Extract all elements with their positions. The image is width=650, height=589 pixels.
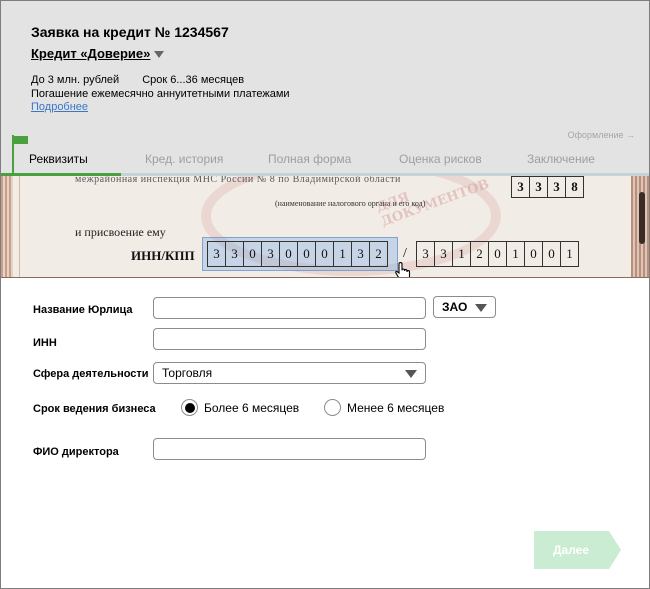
repayment-text: Погашение ежемесячно аннуитетными платеж…: [31, 88, 290, 100]
tab-risk-assessment[interactable]: Оценка рисков: [399, 152, 482, 166]
radio-more-label: Более 6 месяцев: [204, 400, 300, 415]
scan-separator: /: [403, 246, 407, 261]
hand-cursor-icon: [395, 262, 411, 277]
app-frame: Заявка на кредит № 1234567 Кредит «Довер…: [0, 0, 650, 589]
chevron-down-icon: [154, 51, 165, 58]
scan-cell: 3: [547, 176, 566, 198]
scan-cell: 3: [207, 241, 226, 267]
scan-cell: 0: [524, 241, 543, 267]
next-step-hint: Оформление →: [567, 130, 635, 140]
director-name-input[interactable]: [153, 438, 426, 460]
scan-caption: (наименование налогового органа и его ко…: [275, 199, 426, 208]
radio-selected-dot: [184, 402, 195, 413]
scan-border-left: [1, 176, 13, 277]
scan-cell: 0: [297, 241, 316, 267]
step-tabs: Реквизиты Кред. история Полная форма Оце…: [1, 149, 649, 171]
scan-cell: 3: [416, 241, 435, 267]
scan-cell: 0: [279, 241, 298, 267]
credit-term-text: Срок 6...36 месяцев: [142, 74, 245, 86]
scan-border-line: [19, 176, 20, 277]
flag-icon: [14, 136, 28, 144]
scan-cell: 2: [470, 241, 489, 267]
scan-scrollbar[interactable]: [639, 192, 645, 244]
company-name-label: Название Юрлица: [33, 304, 133, 316]
scan-cell: 1: [506, 241, 525, 267]
business-term-label: Срок ведения бизнеса: [33, 403, 156, 415]
scan-cell: 0: [542, 241, 561, 267]
company-name-input[interactable]: [153, 297, 426, 319]
scan-code-cells: 3 3 3 8: [511, 176, 584, 198]
legal-form-value: ЗАО: [442, 300, 468, 314]
scan-cell: 3: [225, 241, 244, 267]
radio-button[interactable]: [181, 399, 198, 416]
inn-input[interactable]: [153, 328, 426, 350]
credit-limits: До 3 млн. рублей Срок 6...36 месяцев: [31, 74, 244, 86]
scan-cell: 3: [351, 241, 370, 267]
activity-value: Торговля: [162, 366, 213, 380]
next-button-label: Далее: [552, 543, 590, 557]
scan-tax-authority-text: межрайонная инспекция МНС России № 8 по …: [75, 176, 401, 185]
more-details-link[interactable]: Подробнее: [31, 101, 88, 113]
tab-requisites[interactable]: Реквизиты: [29, 152, 88, 166]
legal-form-select[interactable]: ЗАО: [433, 296, 496, 318]
scan-cell: 1: [560, 241, 579, 267]
tab-full-form[interactable]: Полная форма: [268, 152, 351, 166]
scan-cell: 0: [243, 241, 262, 267]
scan-cell: 8: [565, 176, 584, 198]
radio-more-6-months[interactable]: Более 6 месяцев: [181, 399, 299, 416]
next-button[interactable]: Далее: [533, 531, 621, 569]
document-scan-viewer[interactable]: ДЛЯ ДОКУМЕНТОВ межрайонная инспекция МНС…: [1, 176, 649, 278]
scan-cell: 2: [369, 241, 388, 267]
scan-kpp-cells: 3 3 1 2 0 1 0 0 1: [416, 241, 579, 267]
scan-inn-kpp-label: ИНН/КПП: [131, 248, 195, 263]
scan-cell: 0: [488, 241, 507, 267]
page-title: Заявка на кредит № 1234567: [31, 24, 229, 40]
scan-assign-text: и присвоение ему: [75, 225, 166, 239]
radio-less-label: Менее 6 месяцев: [347, 400, 445, 415]
scan-cell: 1: [333, 241, 352, 267]
scan-cell: 3: [434, 241, 453, 267]
scan-cell: 0: [315, 241, 334, 267]
scan-cell: 1: [452, 241, 471, 267]
product-name: Кредит «Доверие»: [31, 46, 151, 61]
scan-inn-cells: 3 3 0 3 0 0 0 1 3 2: [207, 241, 388, 267]
tab-credit-history[interactable]: Кред. история: [145, 152, 223, 166]
chevron-down-icon: [475, 304, 487, 312]
credit-limit-text: До 3 млн. рублей: [31, 74, 120, 86]
chevron-down-icon: [405, 370, 417, 378]
tab-conclusion[interactable]: Заключение: [527, 152, 595, 166]
scan-cell: 3: [511, 176, 530, 198]
scan-cell: 3: [529, 176, 548, 198]
activity-select[interactable]: Торговля: [153, 362, 426, 384]
scan-cell: 3: [261, 241, 280, 267]
radio-less-6-months[interactable]: Менее 6 месяцев: [324, 399, 444, 416]
activity-label: Сфера деятельности: [33, 368, 149, 380]
application-header: Заявка на кредит № 1234567 Кредит «Довер…: [1, 1, 649, 173]
radio-button[interactable]: [324, 399, 341, 416]
product-selector[interactable]: Кредит «Доверие»: [31, 46, 165, 61]
director-label: ФИО директора: [33, 446, 119, 458]
inn-label: ИНН: [33, 337, 57, 349]
